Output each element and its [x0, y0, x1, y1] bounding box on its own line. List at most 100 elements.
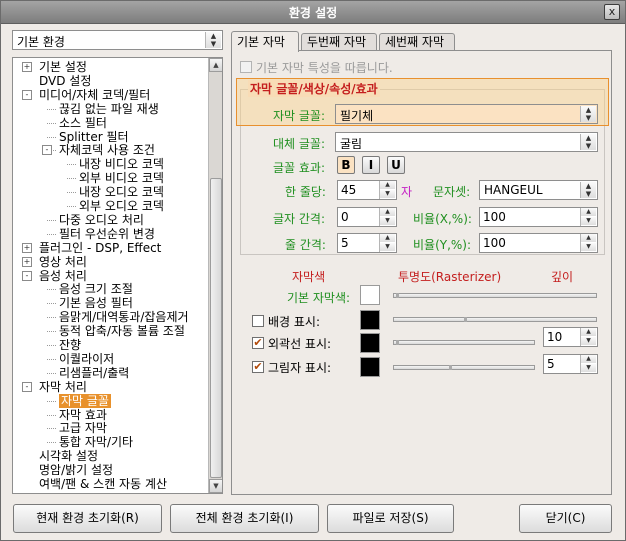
tree-item[interactable]: 잔향 — [59, 338, 81, 352]
tree-item[interactable]: 외부 비디오 코덱 — [79, 171, 164, 185]
shadow-depth-spin[interactable]: 5 ▲ ▼ — [543, 354, 598, 374]
tree-item[interactable]: 여백/팬 & 스캔 자동 계산 — [39, 477, 167, 491]
tree-item[interactable]: 내장 비디오 코덱 — [79, 157, 164, 171]
alt-font-select[interactable]: 굴림 ▲ ▼ — [335, 132, 598, 152]
tree-item[interactable]: 외부 오디오 코덱 — [79, 199, 164, 213]
per-line-spin[interactable]: 45 ▲ ▼ — [337, 180, 397, 200]
tree-item[interactable]: 고급 자막 — [59, 421, 107, 435]
tree-item[interactable]: 자체코덱 사용 조건 — [59, 143, 155, 157]
shadow-label: 그림자 표시: — [268, 361, 332, 375]
background-label: 배경 표시: — [268, 315, 321, 329]
font-select[interactable]: 필기체 ▲ ▼ — [335, 104, 598, 124]
tree-item[interactable]: 자막 처리 — [39, 380, 87, 394]
close-window-button[interactable]: x — [604, 4, 620, 20]
tree-item[interactable]: 필터 우선순위 변경 — [59, 227, 155, 241]
tree-item-label: 기본 음성 필터 — [59, 296, 133, 311]
collapse-icon[interactable]: - — [22, 381, 32, 392]
ratio-x-value: 100 — [483, 210, 506, 224]
tree-connector — [47, 442, 56, 444]
scroll-down-icon[interactable]: ▼ — [209, 479, 222, 493]
outline-opacity-slider[interactable] — [393, 340, 535, 345]
italic-button[interactable]: I — [362, 156, 380, 174]
tree-scrollbar[interactable]: ▲ ▼ — [208, 58, 222, 493]
expand-icon[interactable]: + — [22, 256, 32, 267]
tree-item[interactable]: 음맑게/대역통과/잡음제거 — [59, 310, 189, 324]
tree-item-label: 고급 자막 — [59, 421, 107, 436]
tab-third-subtitle[interactable]: 세번째 자막 — [379, 33, 455, 50]
background-checkbox[interactable] — [252, 315, 264, 327]
char-spacing-label: 글자 간격: — [273, 212, 326, 226]
updown-arrows-icon: ▲ ▼ — [580, 182, 596, 198]
tree-item[interactable]: 동적 압축/자동 볼륨 조절 — [59, 324, 185, 338]
tree-item[interactable]: 기본 설정 — [39, 60, 87, 74]
tree-item-label: 외부 비디오 코덱 — [79, 171, 164, 186]
save-to-file-button[interactable]: 파일로 저장(S) — [327, 504, 454, 533]
tree-item[interactable]: 플러그인 - DSP, Effect — [39, 241, 161, 255]
tree-connector — [47, 400, 56, 402]
base-color-swatch[interactable] — [360, 285, 380, 305]
collapse-icon[interactable]: - — [22, 270, 32, 281]
tree-item[interactable]: 내장 오디오 코덱 — [79, 185, 164, 199]
tree-item[interactable]: 명암/밝기 설정 — [39, 463, 113, 477]
scroll-thumb[interactable] — [210, 178, 222, 478]
tab-second-subtitle[interactable]: 두번째 자막 — [301, 33, 377, 50]
background-opacity-slider[interactable] — [393, 317, 597, 322]
tree-item-label: 영상 처리 — [39, 254, 87, 269]
category-select[interactable]: 기본 환경 ▲ ▼ — [12, 30, 223, 50]
expand-icon[interactable]: + — [22, 242, 32, 253]
tree-item[interactable]: Splitter 필터 — [59, 130, 129, 144]
line-spacing-label: 줄 간격: — [285, 238, 326, 252]
tree-item[interactable]: 통합 자막/기타 — [59, 435, 133, 449]
tree-item[interactable]: 다중 오디오 처리 — [59, 213, 144, 227]
tree-item[interactable]: 기본 음성 필터 — [59, 296, 133, 310]
tree-connector — [47, 108, 56, 110]
char-spacing-value: 0 — [341, 210, 349, 224]
reset-current-button[interactable]: 현재 환경 초기화(R) — [13, 504, 162, 533]
tree-item[interactable]: 시각화 설정 — [39, 449, 98, 463]
ratio-y-spin[interactable]: 100 ▲ ▼ — [479, 233, 598, 253]
collapse-icon[interactable]: - — [22, 89, 32, 100]
inherit-checkbox[interactable] — [240, 61, 252, 73]
spin-arrows-icon: ▲ ▼ — [580, 328, 596, 346]
tree-item[interactable]: 자막 효과 — [59, 408, 107, 422]
underline-button[interactable]: U — [387, 156, 405, 174]
collapse-icon[interactable]: - — [42, 145, 52, 156]
outline-checkbox[interactable]: ✔ — [252, 337, 264, 349]
bold-button[interactable]: B — [337, 156, 355, 174]
tree-item[interactable]: DVD 설정 — [39, 74, 91, 88]
tree-item-label: 기본 설정 — [39, 60, 87, 74]
expand-icon[interactable]: + — [22, 62, 32, 72]
tree-item[interactable]: 리샘플러/출력 — [59, 366, 129, 380]
outline-depth-spin[interactable]: 10 ▲ ▼ — [543, 327, 598, 347]
tree-item[interactable]: 끊김 없는 파일 재생 — [59, 102, 159, 116]
tree-connector — [67, 206, 76, 207]
shadow-checkbox[interactable]: ✔ — [252, 361, 264, 373]
charset-value: HANGEUL — [484, 183, 543, 197]
base-color-label: 기본 자막색: — [287, 291, 351, 305]
charset-select[interactable]: HANGEUL ▲ ▼ — [479, 180, 598, 200]
shadow-opacity-slider[interactable] — [393, 365, 535, 370]
tree-item[interactable]: 이퀄라이저 — [59, 352, 114, 366]
tree-connector — [47, 331, 56, 333]
tree-item[interactable]: 음성 처리 — [39, 269, 87, 283]
char-spacing-spin[interactable]: 0 ▲ ▼ — [337, 207, 397, 227]
shadow-color-swatch[interactable] — [360, 357, 380, 377]
tree-item[interactable]: 음성 크기 조절 — [59, 282, 133, 296]
tab-first-subtitle[interactable]: 기본 자막 — [231, 31, 299, 52]
tree-item[interactable]: 미디어/자체 코덱/필터 — [39, 88, 150, 102]
ratio-y-value: 100 — [483, 236, 506, 250]
outline-color-swatch[interactable] — [360, 333, 380, 353]
tree-item[interactable]: 자막 글꼴 — [59, 393, 111, 408]
close-button[interactable]: 닫기(C) — [519, 504, 612, 533]
tree-connector — [47, 136, 56, 138]
tree-item[interactable]: 소스 필터 — [59, 116, 107, 130]
background-color-swatch[interactable] — [360, 310, 380, 330]
title-bar: 환경 설정 x — [1, 1, 625, 24]
reset-all-button[interactable]: 전체 환경 초기화(I) — [170, 504, 319, 533]
tree-item[interactable]: 영상 처리 — [39, 255, 87, 269]
tree-item-label: 통합 자막/기타 — [59, 435, 134, 450]
scroll-up-icon[interactable]: ▲ — [209, 58, 222, 72]
line-spacing-spin[interactable]: 5 ▲ ▼ — [337, 233, 397, 253]
base-opacity-slider[interactable] — [393, 293, 597, 298]
ratio-x-spin[interactable]: 100 ▲ ▼ — [479, 207, 598, 227]
